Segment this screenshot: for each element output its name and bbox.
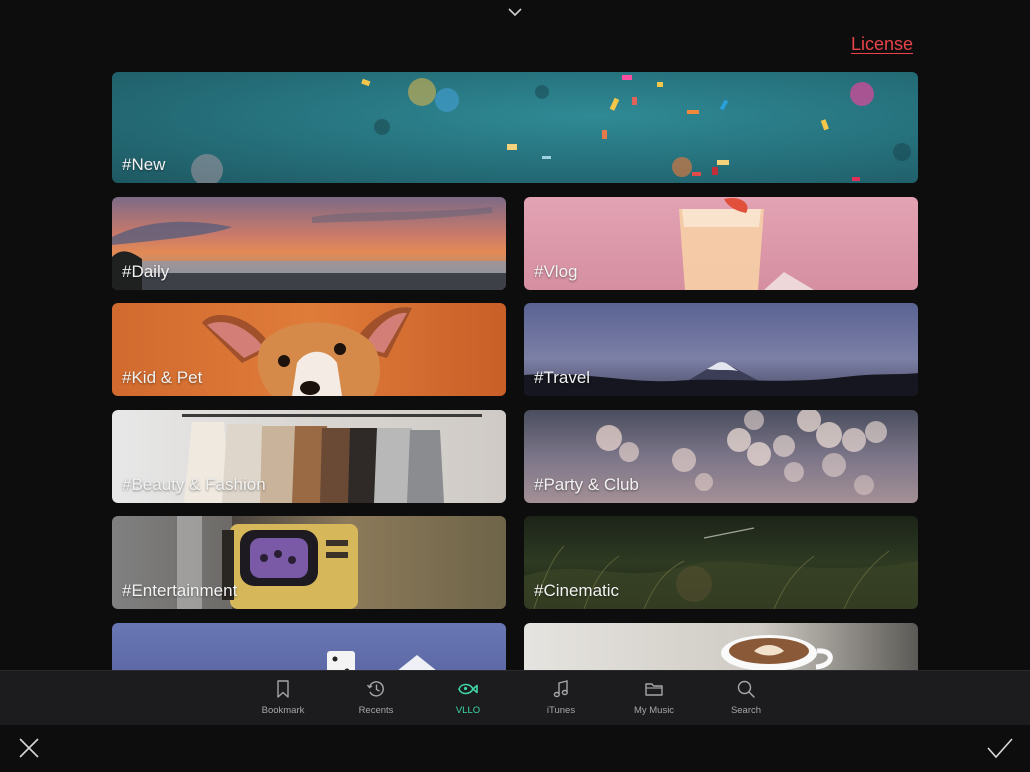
category-tile-travel[interactable]: #Travel [524, 303, 918, 396]
tab-recents[interactable]: Recents [336, 679, 416, 721]
folder-icon [645, 683, 663, 696]
category-label: #Kid & Pet [122, 368, 203, 387]
bookmark-icon [277, 680, 289, 698]
category-tile-vlog[interactable]: #Vlog [524, 197, 918, 290]
license-link[interactable]: License [851, 34, 913, 55]
category-label: #Vlog [534, 262, 578, 281]
tab-label: iTunes [546, 705, 576, 716]
tab-vllo[interactable]: VLLO [428, 679, 508, 721]
category-tile-party-club[interactable]: #Party & Club [524, 410, 918, 503]
category-label: #Travel [534, 368, 591, 387]
category-label: #Beauty & Fashion [122, 475, 266, 494]
close-icon[interactable] [18, 737, 40, 759]
coffee-artwork [721, 635, 833, 670]
category-tile-daily[interactable]: #Daily [112, 197, 506, 290]
tab-search[interactable]: Search [706, 679, 786, 721]
checkmark-icon[interactable] [986, 737, 1014, 759]
cocktail-artwork [679, 197, 814, 290]
clock-icon [366, 681, 384, 697]
category-tile-partial[interactable] [524, 623, 918, 670]
music-picker-screen: License #New #Daily #Vlog #Kid & Pet #Tr… [0, 0, 1030, 772]
tab-label: Search [730, 705, 762, 716]
category-tile-partial[interactable] [112, 623, 506, 670]
category-tile-cinematic[interactable]: #Cinematic [524, 516, 918, 609]
category-tile-kid-pet[interactable]: #Kid & Pet [112, 303, 506, 396]
dice-artwork [327, 651, 436, 670]
bottom-tab-bar: Bookmark Recents VLLO iTunes My Music Se… [0, 670, 1030, 726]
tab-label: Bookmark [261, 705, 305, 716]
category-label: #Daily [122, 262, 170, 281]
tab-label: VLLO [455, 705, 481, 716]
tab-my-music[interactable]: My Music [614, 679, 694, 721]
category-label: #Party & Club [534, 475, 639, 494]
category-label: #Entertainment [122, 581, 238, 600]
chevron-down-icon[interactable] [507, 6, 523, 18]
bottom-action-bar [0, 725, 1030, 772]
music-note-icon [553, 680, 568, 698]
confetti-artwork [191, 75, 911, 183]
vllo-fish-icon [458, 683, 478, 695]
tab-itunes[interactable]: iTunes [521, 679, 601, 721]
tab-label: Recents [358, 705, 394, 716]
sunset-beach-artwork [112, 207, 506, 290]
search-icon [737, 680, 755, 698]
tab-bookmark[interactable]: Bookmark [243, 679, 323, 721]
category-grid: #New #Daily #Vlog #Kid & Pet #Travel #Be… [112, 72, 918, 670]
category-tile-new[interactable]: #New [112, 72, 918, 183]
category-label: #Cinematic [534, 581, 620, 600]
category-label: #New [122, 155, 166, 174]
tab-label: My Music [633, 705, 675, 716]
category-tile-beauty-fashion[interactable]: #Beauty & Fashion [112, 410, 506, 503]
category-tile-entertainment[interactable]: #Entertainment [112, 516, 506, 609]
